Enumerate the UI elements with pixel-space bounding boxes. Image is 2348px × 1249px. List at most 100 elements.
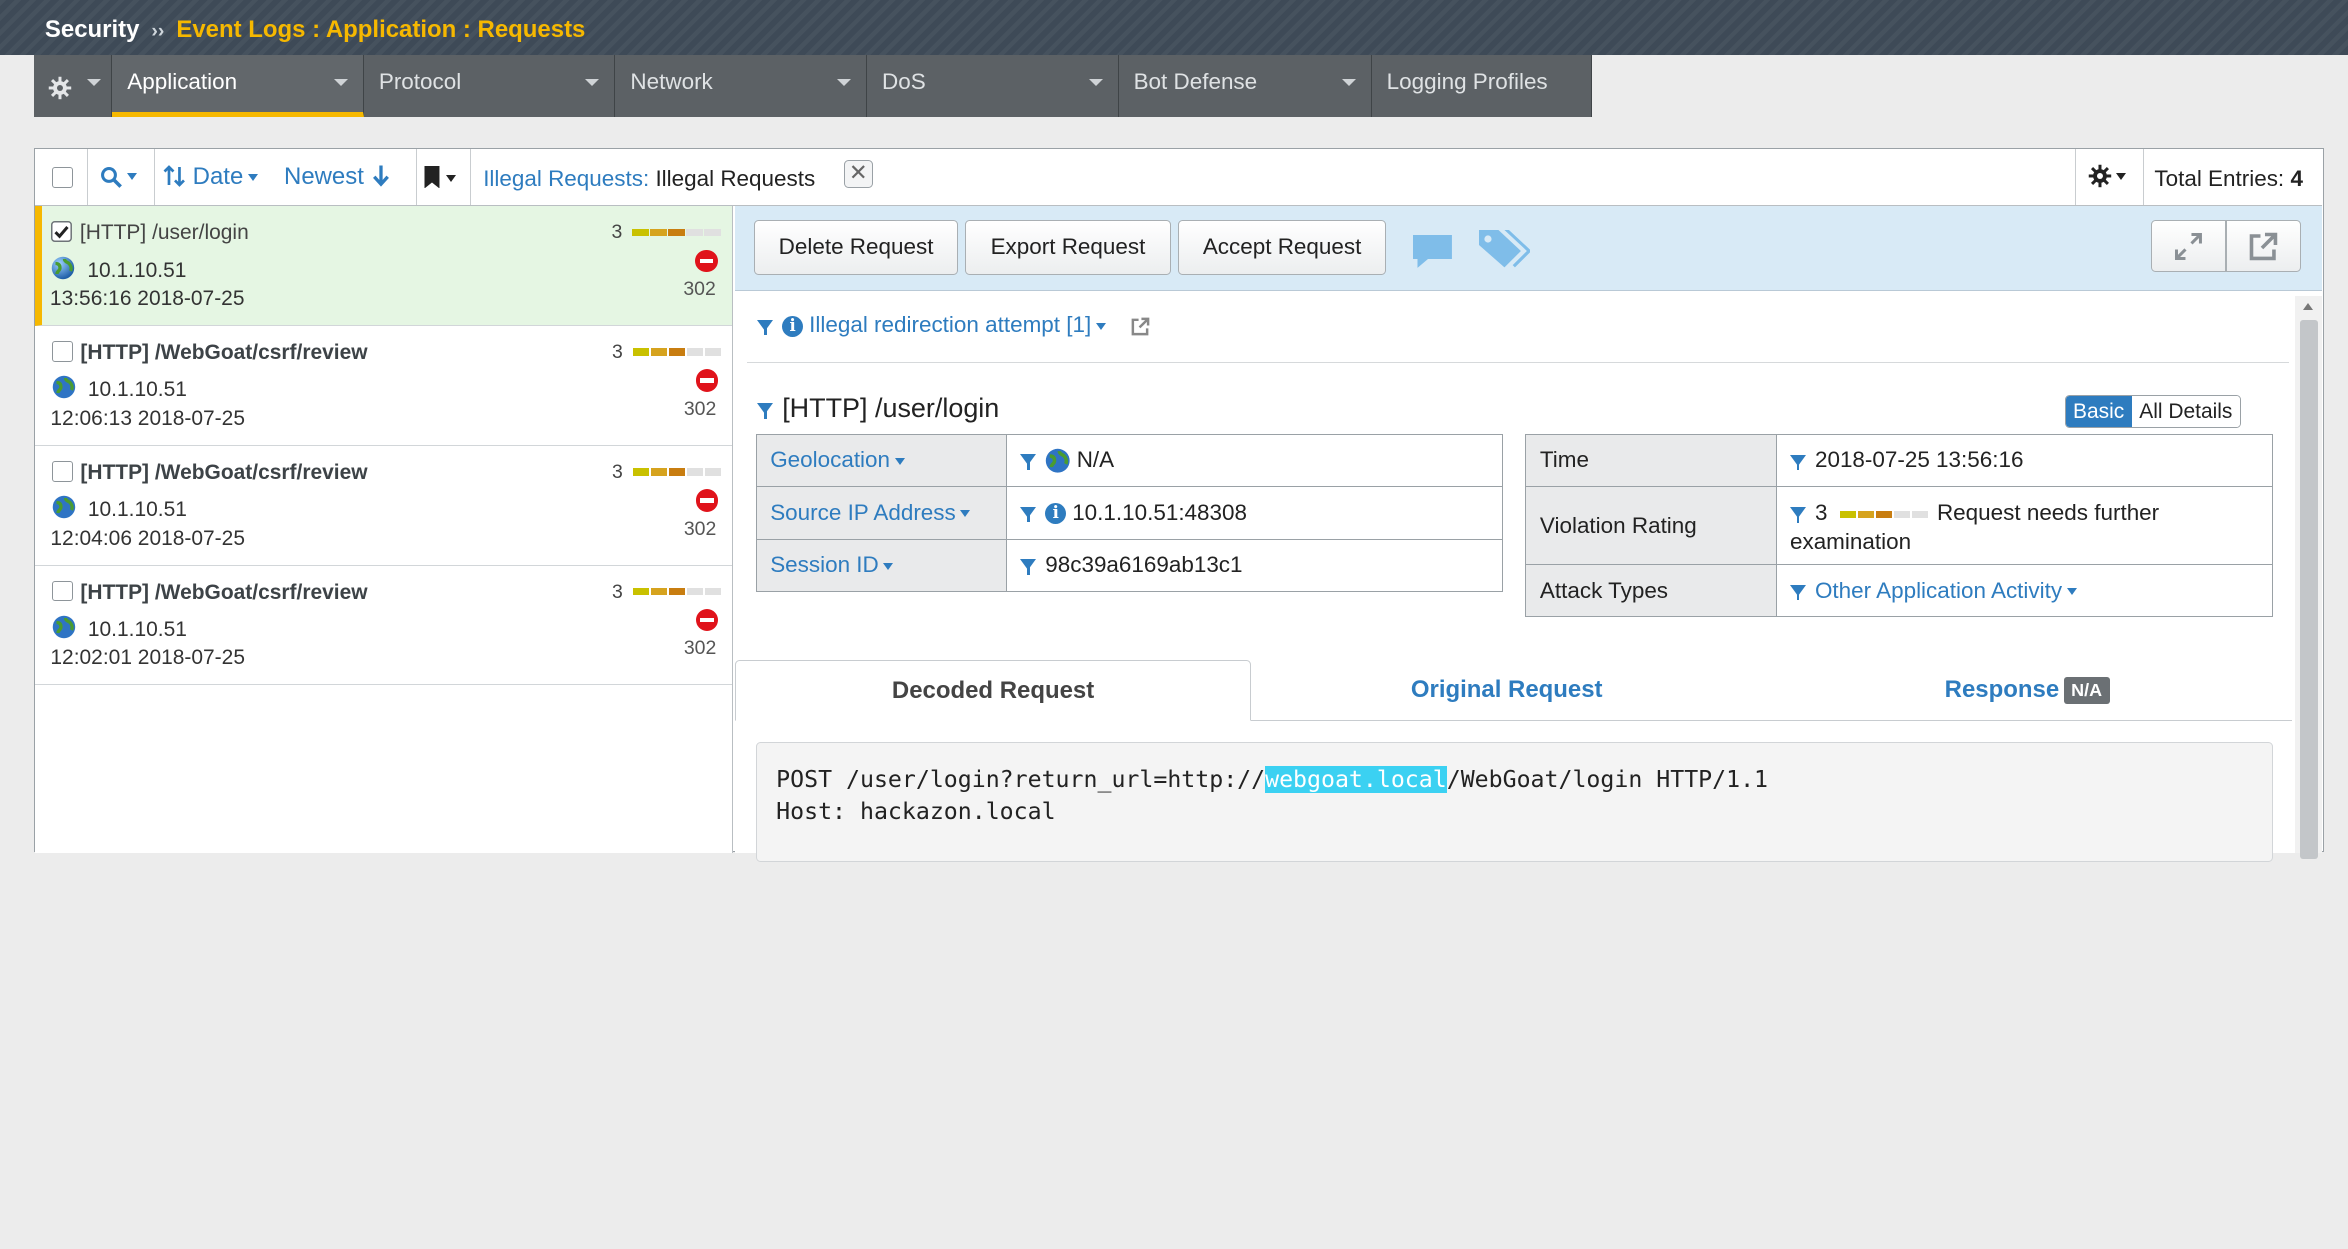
filter-icon[interactable]: [757, 403, 774, 420]
request-path: /WebGoat/csrf/review: [154, 460, 368, 484]
row-checkbox[interactable]: [51, 460, 73, 482]
field-value: 2018-07-25 13:56:16: [1814, 447, 2024, 473]
request-line-start: POST /user/login?return_url=http://: [776, 766, 1266, 794]
tab-logging-profiles[interactable]: Logging Profiles: [1371, 55, 1592, 117]
tab-network[interactable]: Network: [615, 55, 868, 117]
chevron-down-icon: [894, 458, 905, 465]
violation-summary[interactable]: i Illegal redirection attempt [1]: [757, 312, 1151, 338]
globe-icon: [52, 615, 76, 639]
tags-icon[interactable]: [1476, 227, 1530, 272]
row-checkbox[interactable]: [51, 340, 73, 362]
tab-protocol[interactable]: Protocol: [363, 55, 616, 117]
accept-request-button[interactable]: Accept Request: [1178, 219, 1387, 276]
source-ip-label[interactable]: Source IP Address: [755, 486, 1007, 540]
decoded-request-body[interactable]: POST /user/login?return_url=http://webgo…: [755, 742, 2273, 863]
request-info-table: Geolocation N/A Source IP Address i 10.1.…: [755, 433, 1503, 592]
geolocation-label[interactable]: Geolocation: [755, 433, 1007, 488]
all-details-button[interactable]: All Details: [2131, 395, 2240, 427]
globe-icon: [1046, 449, 1070, 474]
options-menu-button[interactable]: [34, 55, 113, 117]
chevron-down-icon: [1095, 323, 1106, 330]
violation-rating: 3: [611, 580, 623, 603]
filter-icon[interactable]: [1789, 584, 1806, 602]
rating-description: Request needs further examination: [1789, 500, 2160, 554]
row-checkbox[interactable]: [51, 221, 73, 243]
chevron-down-icon: [883, 562, 894, 570]
request-list: [HTTP] /user/login 10.1.10.51 13:56:16 2…: [35, 206, 734, 854]
filter-icon[interactable]: [1020, 506, 1037, 524]
list-item[interactable]: [HTTP] /WebGoat/csrf/review 10.1.10.51 1…: [35, 566, 732, 686]
globe-icon: [52, 376, 76, 399]
globe-icon: [52, 256, 75, 279]
filter-icon[interactable]: [1789, 507, 1806, 524]
info-icon[interactable]: i: [782, 316, 804, 337]
attack-type-link[interactable]: Other Application Activity: [1815, 578, 2062, 603]
request-ip: 10.1.10.51: [87, 258, 187, 282]
external-link-icon[interactable]: [1130, 316, 1151, 337]
tab-original-request[interactable]: Original Request: [1251, 660, 1763, 722]
request-path: /WebGoat/csrf/review: [154, 580, 368, 604]
request-title: [HTTP] /user/login: [80, 221, 249, 245]
request-title: [HTTP] /WebGoat/csrf/review: [80, 581, 367, 605]
tab-label: Bot Defense: [1133, 68, 1258, 94]
sort-field-dropdown[interactable]: Date: [193, 163, 258, 191]
tab-dos[interactable]: DoS: [867, 55, 1119, 117]
tab-application[interactable]: Application: [112, 55, 364, 117]
response-code: 302: [683, 278, 716, 301]
list-item[interactable]: [HTTP] /user/login 10.1.10.51 13:56:16 2…: [35, 206, 732, 326]
breadcrumb-current: Event Logs : Application : Requests: [176, 16, 586, 44]
session-id-label[interactable]: Session ID: [755, 538, 1007, 592]
search-menu-button[interactable]: [88, 149, 156, 205]
request-protocol: [HTTP]: [79, 221, 147, 245]
list-settings-button[interactable]: [2075, 149, 2144, 205]
blocked-icon: [695, 489, 719, 512]
attack-types-value[interactable]: Other Application Activity: [1775, 564, 2273, 618]
expand-button[interactable]: [2151, 219, 2227, 273]
filter-icon[interactable]: [1789, 454, 1806, 471]
session-id-value: 98c39a6169ab13c1: [1005, 538, 1503, 592]
filter-icon[interactable]: [757, 319, 774, 336]
blocked-icon: [695, 249, 718, 273]
detail-scrollbar[interactable]: [2295, 295, 2323, 860]
rating-number: 3: [1814, 500, 1828, 526]
tab-label: Protocol: [378, 68, 462, 94]
violation-rating-label: Violation Rating: [1525, 486, 1777, 566]
action-bar: Delete Request Export Request Accept Req…: [734, 206, 2323, 292]
request-timestamp: 12:04:06 2018-07-25: [50, 526, 245, 550]
row-checkbox[interactable]: [51, 580, 73, 602]
scrollbar-thumb[interactable]: [2299, 319, 2318, 860]
select-all-checkbox[interactable]: [51, 167, 73, 189]
sort-order-toggle[interactable]: Newest: [284, 163, 364, 191]
list-item[interactable]: [HTTP] /WebGoat/csrf/review 10.1.10.51 1…: [35, 446, 732, 566]
request-tabs: Decoded Request Original Request Respons…: [734, 659, 2293, 722]
total-entries-count: 4: [2290, 165, 2303, 191]
filter-icon[interactable]: [1020, 454, 1037, 471]
tab-bot-defense[interactable]: Bot Defense: [1118, 55, 1372, 117]
sort-controls: Date Newest: [155, 149, 418, 205]
chevron-down-icon: [86, 79, 101, 86]
expand-icon: [2174, 232, 2202, 260]
info-icon[interactable]: i: [1045, 503, 1067, 525]
scroll-up-icon[interactable]: [2302, 303, 2313, 311]
bookmark-menu-button[interactable]: [417, 149, 472, 205]
basic-view-button[interactable]: Basic: [2065, 395, 2132, 427]
bookmark-icon: [424, 165, 440, 189]
filter-label[interactable]: Illegal Requests:: [483, 166, 649, 191]
comment-icon[interactable]: [1410, 232, 1455, 271]
tab-label: Network: [630, 68, 713, 94]
select-all-cell: [35, 149, 88, 205]
remove-filter-button[interactable]: ✕: [844, 159, 873, 189]
list-item[interactable]: [HTTP] /WebGoat/csrf/review 10.1.10.51 1…: [35, 326, 732, 446]
chevron-down-icon: [1341, 79, 1356, 86]
rating-bar: [1839, 510, 1928, 519]
delete-request-button[interactable]: Delete Request: [754, 219, 958, 276]
violation-label[interactable]: Illegal redirection attempt [1]: [809, 312, 1091, 337]
filter-icon[interactable]: [1020, 559, 1037, 576]
request-timestamp: 13:56:16 2018-07-25: [49, 287, 245, 310]
tab-decoded-request[interactable]: Decoded Request: [734, 659, 1252, 722]
export-request-button[interactable]: Export Request: [965, 219, 1171, 276]
breadcrumb-section[interactable]: Security: [45, 16, 140, 43]
tab-response[interactable]: Response N/A: [1762, 660, 2293, 722]
request-path: /user/login: [152, 221, 249, 245]
open-external-button[interactable]: [2226, 219, 2302, 273]
